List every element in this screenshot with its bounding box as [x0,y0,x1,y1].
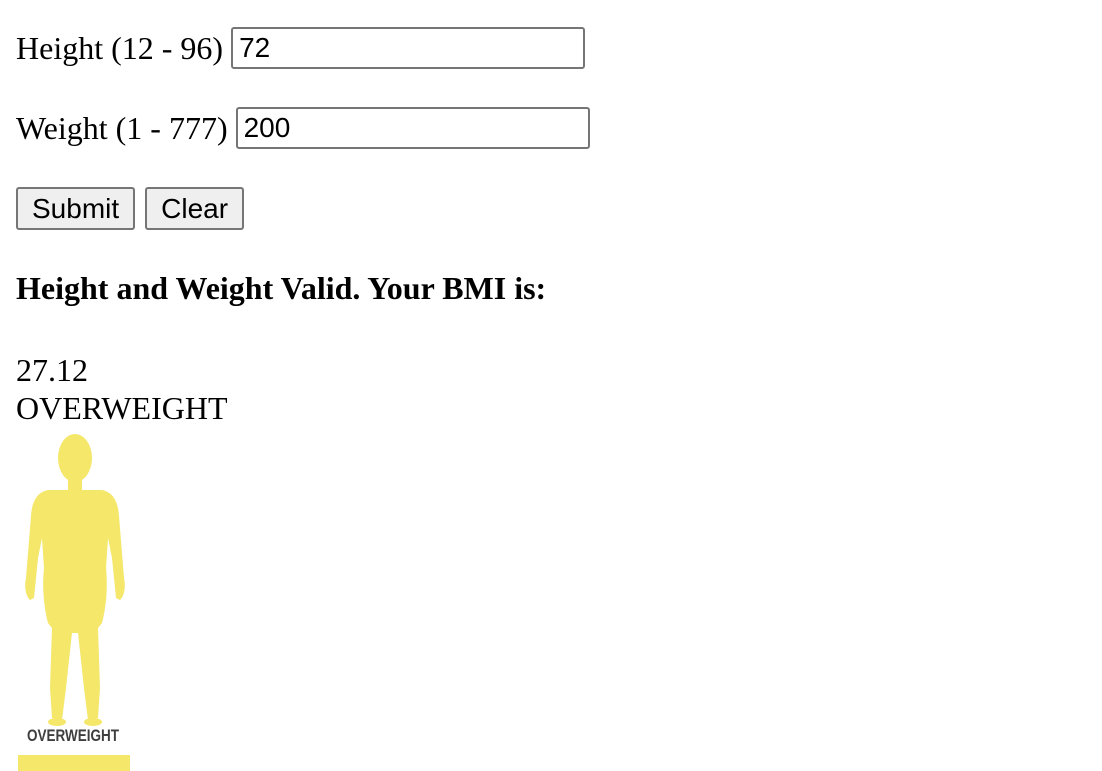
clear-button[interactable]: Clear [145,187,245,230]
height-label: Height (12 - 96) [16,30,224,66]
height-row: Height (12 - 96) [16,27,586,69]
figure-caption: OVERWEIGHT [27,726,119,745]
height-input[interactable] [231,27,586,69]
bmi-category: OVERWEIGHT [16,390,228,426]
result-heading: Height and Weight Valid. Your BMI is: [16,270,547,306]
weight-row: Weight (1 - 777) [16,107,590,149]
overweight-figure-image: OVERWEIGHT [18,428,134,771]
submit-button[interactable]: Submit [16,187,136,230]
weight-input[interactable] [235,107,590,149]
bmi-value: 27.12 [16,352,88,388]
weight-label: Weight (1 - 777) [16,110,228,146]
button-row: Submit Clear [16,187,254,230]
